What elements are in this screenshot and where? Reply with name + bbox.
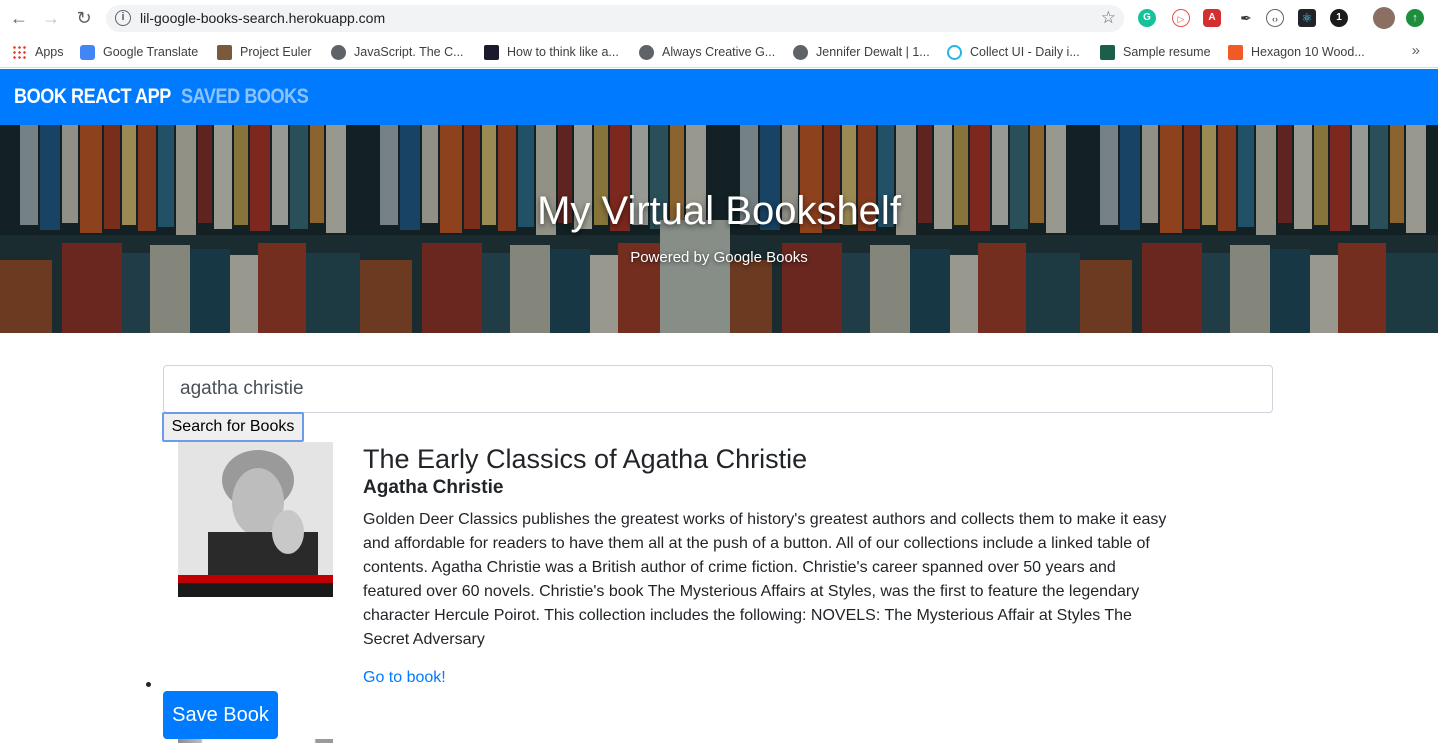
search-button[interactable]: Search for Books — [162, 412, 304, 442]
bookmark-jennifer-dewalt[interactable]: Jennifer Dewalt | 1... — [793, 44, 930, 60]
go-to-book-link[interactable]: Go to book! — [363, 669, 446, 687]
bookmark-label: Apps — [35, 45, 64, 59]
collect-ui-icon — [947, 44, 962, 60]
book-title: The Early Classics of Agatha Christie — [363, 444, 808, 474]
bookmark-google-translate[interactable]: Google Translate — [80, 44, 198, 60]
search-input[interactable] — [163, 365, 1273, 413]
bookmark-hexagon[interactable]: Hexagon 10 Wood... — [1228, 44, 1365, 60]
apps-grid-icon — [12, 44, 27, 60]
address-url[interactable]: lil-google-books-search.herokuapp.com — [140, 10, 385, 26]
bookmark-label: How to think like a... — [507, 45, 619, 59]
profile-avatar[interactable] — [1373, 7, 1395, 29]
bookmark-label: Always Creative G... — [662, 45, 776, 59]
book-cover-art — [178, 442, 333, 597]
back-arrow-icon[interactable]: ← — [9, 8, 29, 28]
bookmark-label: JavaScript. The C... — [354, 45, 464, 59]
book-description: Golden Deer Classics publishes the great… — [363, 511, 1167, 648]
bookmark-project-euler[interactable]: Project Euler — [217, 44, 312, 60]
info-icon[interactable]: i — [115, 10, 131, 26]
globe-icon — [793, 44, 808, 60]
more-bookmarks-icon[interactable]: » — [1412, 42, 1420, 59]
bookmark-label: Hexagon 10 Wood... — [1251, 45, 1365, 59]
grammarly-extension-icon[interactable]: G — [1138, 9, 1156, 27]
bookmark-label: Jennifer Dewalt | 1... — [816, 45, 930, 59]
adblock-extension-icon[interactable]: A — [1203, 9, 1221, 27]
code-extension-icon[interactable]: ‹› — [1266, 9, 1284, 27]
bookmark-label: Google Translate — [103, 45, 199, 59]
reload-icon[interactable]: ↻ — [74, 8, 94, 28]
onepassword-extension-icon[interactable]: 1 — [1330, 9, 1348, 27]
bookmark-always-creative[interactable]: Always Creative G... — [639, 44, 775, 60]
hero-banner: My Virtual Bookshelf Powered by Google B… — [0, 125, 1438, 333]
bookmark-label: Project Euler — [240, 45, 312, 59]
list-bullet — [146, 682, 151, 687]
bookmark-sample-resume[interactable]: Sample resume — [1100, 44, 1211, 60]
project-euler-icon — [217, 44, 232, 60]
bookmark-label: Sample resume — [1123, 45, 1211, 59]
bookmark-apps[interactable]: Apps — [12, 44, 64, 60]
update-icon[interactable]: ↑ — [1406, 9, 1424, 27]
google-translate-icon — [80, 44, 95, 60]
browser-toolbar: ← → ↻ i lil-google-books-search.herokuap… — [0, 0, 1438, 36]
react-devtools-icon[interactable]: ⚛ — [1298, 9, 1316, 27]
hero-title: My Virtual Bookshelf — [537, 189, 901, 233]
bookmark-star-icon[interactable]: ☆ — [1101, 8, 1116, 28]
globe-icon — [639, 44, 654, 60]
saved-books-link[interactable]: SAVED BOOKS — [181, 85, 309, 109]
forward-arrow-icon[interactable]: → — [41, 8, 61, 28]
etsy-icon — [1228, 44, 1243, 60]
bookmark-label: Collect UI - Daily i... — [970, 45, 1080, 59]
brand-link[interactable]: BOOK REACT APP — [14, 85, 171, 109]
bookmark-collect-ui[interactable]: Collect UI - Daily i... — [947, 44, 1080, 60]
bookmark-javascript[interactable]: JavaScript. The C... — [331, 44, 464, 60]
hero-subtitle: Powered by Google Books — [630, 249, 808, 266]
site-icon — [484, 44, 499, 60]
eyedropper-extension-icon[interactable]: ✒ — [1237, 9, 1255, 27]
save-book-button[interactable]: Save Book — [163, 691, 278, 739]
resume-icon — [1100, 44, 1115, 60]
book-cover-image — [178, 442, 333, 597]
next-book-cover-image — [178, 739, 333, 743]
address-bar[interactable]: i lil-google-books-search.herokuapp.com … — [106, 5, 1124, 32]
bookmark-how-to-think[interactable]: How to think like a... — [484, 44, 619, 60]
bookmarks-bar: Apps Google Translate Project Euler Java… — [0, 36, 1438, 68]
cast-extension-icon[interactable]: ▷ — [1172, 9, 1190, 27]
globe-icon — [331, 44, 346, 60]
app-navbar: BOOK REACT APP SAVED BOOKS — [0, 69, 1438, 125]
book-author: Agatha Christie — [363, 477, 504, 498]
